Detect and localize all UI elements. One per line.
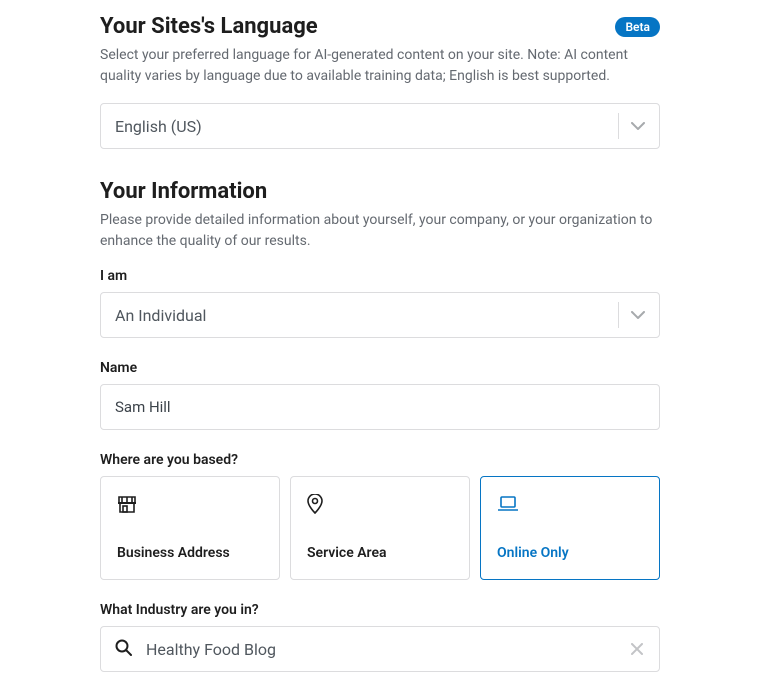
language-select-value: English (US) [115,117,618,136]
beta-badge: Beta [615,17,660,37]
name-field: Name [100,360,660,430]
iam-select-value: An Individual [115,306,618,325]
laptop-icon [497,493,643,515]
chevron-down-icon [631,119,645,133]
language-title: Your Sites's Language [100,14,318,39]
name-label: Name [100,360,660,376]
industry-label: What Industry are you in? [100,602,660,618]
iam-field: I am An Individual [100,268,660,338]
iam-select[interactable]: An Individual [100,292,660,338]
select-divider [618,113,619,139]
based-option-business[interactable]: Business Address [100,476,280,580]
industry-field: What Industry are you in? [100,602,660,672]
info-section: Your Information Please provide detailed… [100,179,660,672]
based-option-online[interactable]: Online Only [480,476,660,580]
language-select[interactable]: English (US) [100,103,660,149]
language-desc: Select your preferred language for AI-ge… [100,45,660,87]
based-option-business-label: Business Address [117,545,263,561]
based-option-service[interactable]: Service Area [290,476,470,580]
info-desc: Please provide detailed information abou… [100,210,660,252]
industry-input[interactable] [144,639,617,660]
search-icon [115,639,132,660]
based-option-online-label: Online Only [497,545,643,561]
iam-label: I am [100,268,660,284]
language-section: Your Sites's Language Beta Select your p… [100,14,660,149]
based-option-grid: Business Address Service Area [100,476,660,580]
industry-input-wrap[interactable] [100,626,660,672]
map-pin-icon [307,493,453,515]
info-title: Your Information [100,179,660,204]
based-option-service-label: Service Area [307,545,453,561]
close-icon[interactable] [629,641,645,657]
based-label: Where are you based? [100,452,660,468]
based-field: Where are you based? Business Address [100,452,660,580]
chevron-down-icon [631,308,645,322]
storefront-icon [117,493,263,515]
select-divider [618,302,619,328]
name-input[interactable] [100,384,660,430]
